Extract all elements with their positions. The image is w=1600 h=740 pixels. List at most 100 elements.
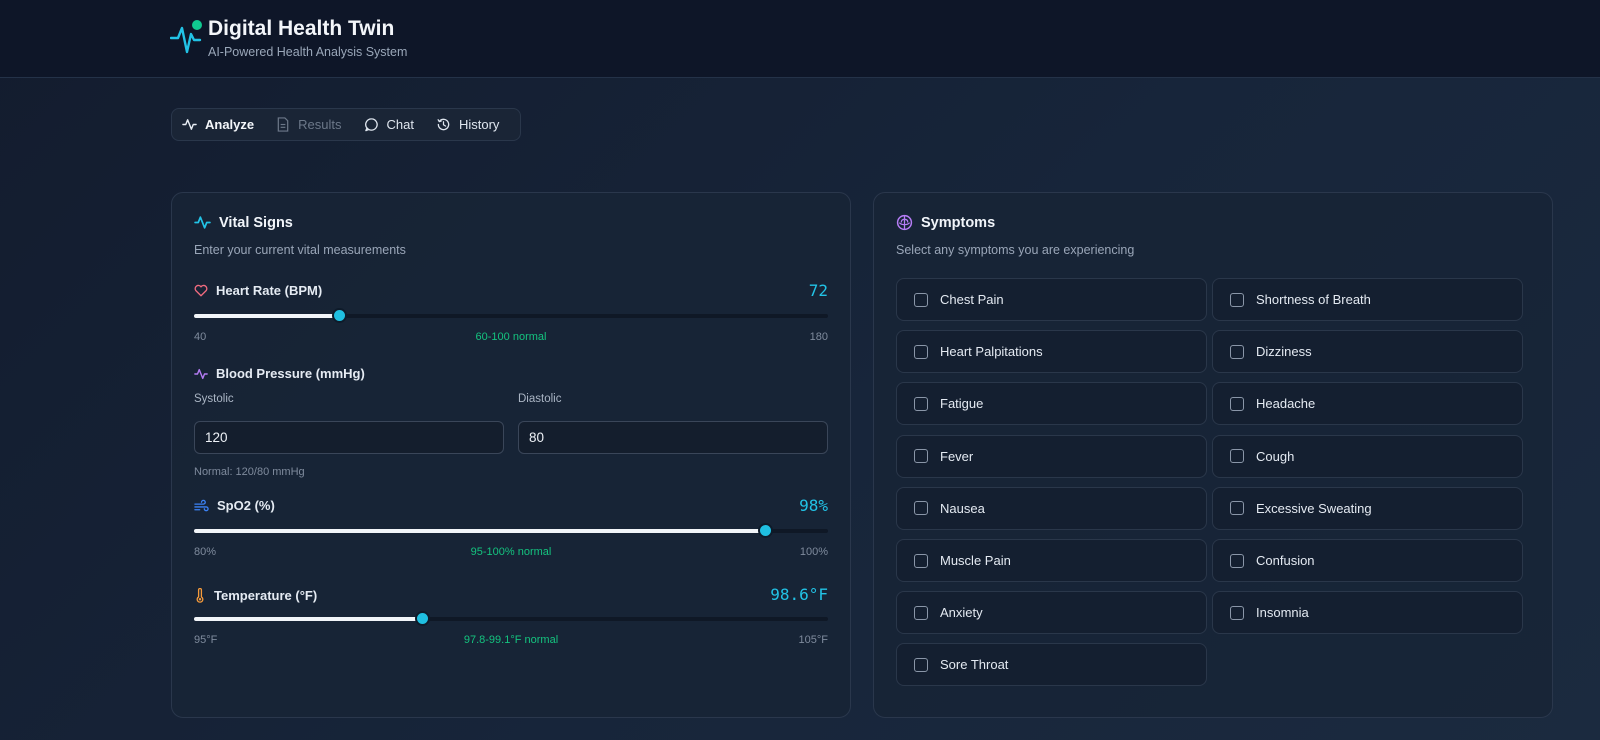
app-title: Digital Health Twin (208, 17, 395, 40)
symptom-label: Insomnia (1256, 605, 1309, 621)
symptom-item[interactable]: Excessive Sweating (1212, 486, 1523, 530)
tab-label: Analyze (205, 117, 255, 132)
symptom-checkbox[interactable] (914, 344, 928, 359)
thermometer-icon (196, 588, 204, 603)
card-title: Vital Signs (194, 214, 293, 231)
symptom-label: Sore Throat (940, 657, 1009, 673)
symptom-item[interactable]: Headache (1212, 382, 1523, 426)
brain-icon (896, 214, 913, 231)
symptoms-card: Symptoms Select any symptoms you are exp… (873, 192, 1553, 718)
systolic-input[interactable] (194, 421, 504, 454)
symptom-label: Heart Palpitations (940, 344, 1043, 360)
symptom-item[interactable]: Heart Palpitations (896, 330, 1207, 374)
blood-pressure-note: Normal: 120/80 mmHg (194, 466, 305, 478)
symptom-item[interactable]: Sore Throat (896, 643, 1207, 687)
heart-rate-value: 72 (808, 281, 828, 300)
slider-thumb[interactable] (757, 523, 773, 538)
symptom-checkbox[interactable] (914, 396, 928, 411)
tab-history[interactable]: History (432, 113, 503, 137)
symptom-item[interactable]: Anxiety (896, 591, 1207, 635)
symptom-checkbox[interactable] (1230, 396, 1244, 411)
symptom-checkbox[interactable] (914, 605, 928, 620)
symptom-checkbox[interactable] (1230, 292, 1244, 307)
card-title: Symptoms (896, 214, 995, 231)
symptom-item[interactable]: Nausea (896, 486, 1207, 530)
symptom-label: Cough (1256, 448, 1295, 464)
status-dot (192, 20, 202, 30)
slider-fill (194, 314, 339, 318)
tab-label: Chat (386, 117, 414, 132)
normal-range-text: 97.8-99.1°F normal (463, 634, 559, 646)
symptom-label: Shortness of Breath (1256, 292, 1371, 307)
diastolic-input[interactable] (518, 421, 828, 454)
heart-rate-slider[interactable] (194, 308, 828, 323)
heart-rate-label: Heart Rate (BPM) (194, 283, 322, 298)
symptom-item[interactable]: Confusion (1212, 539, 1523, 582)
symptom-item[interactable]: Chest Pain (896, 278, 1207, 321)
heart-icon (194, 284, 208, 297)
systolic-label: Systolic (194, 393, 234, 405)
normal-range-text: 95-100% normal (470, 546, 552, 558)
symptom-item[interactable]: Insomnia (1212, 591, 1523, 635)
tab-analyze[interactable]: Analyze (178, 113, 258, 137)
spo2-slider[interactable] (194, 523, 828, 538)
symptom-checkbox[interactable] (1230, 344, 1244, 359)
symptom-label: Fever (940, 448, 974, 464)
symptom-checkbox[interactable] (1230, 501, 1244, 516)
symptom-label: Excessive Sweating (1256, 500, 1372, 516)
symptom-checkbox[interactable] (914, 501, 928, 516)
wind-icon (194, 499, 209, 511)
brand: Digital Health Twin AI-Powered Health An… (169, 16, 408, 59)
symptom-label: Dizziness (1256, 344, 1312, 360)
symptom-checkbox[interactable] (914, 553, 928, 568)
symptom-item[interactable]: Fever (896, 434, 1207, 478)
symptom-label: Confusion (1256, 553, 1315, 568)
slider-fill (194, 529, 765, 533)
temperature-slider[interactable] (194, 611, 828, 626)
symptom-item[interactable]: Shortness of Breath (1212, 278, 1523, 321)
symptom-label: Fatigue (940, 396, 984, 412)
symptom-item[interactable]: Muscle Pain (896, 539, 1207, 582)
symptom-checkbox[interactable] (914, 657, 928, 672)
history-icon (437, 118, 450, 131)
symptom-checkbox[interactable] (1230, 449, 1244, 464)
normal-range-text: 60-100 normal (475, 331, 547, 343)
pulse-icon (194, 368, 208, 379)
app-header: Digital Health Twin AI-Powered Health An… (0, 0, 1600, 78)
symptom-label: Muscle Pain (940, 553, 1011, 568)
blood-pressure-label: Blood Pressure (mmHg) (194, 366, 365, 381)
diastolic-label: Diastolic (518, 393, 562, 405)
symptom-item[interactable]: Fatigue (896, 382, 1207, 426)
card-subtitle: Select any symptoms you are experiencing (896, 243, 1135, 257)
tab-label: Results (298, 117, 342, 132)
symptom-item[interactable]: Dizziness (1212, 330, 1523, 374)
card-subtitle: Enter your current vital measurements (194, 243, 406, 257)
symptom-item[interactable]: Cough (1212, 434, 1523, 478)
app-subtitle: AI-Powered Health Analysis System (208, 45, 408, 59)
chat-bubble-icon (364, 118, 378, 132)
temperature-value: 98.6°F (770, 585, 828, 604)
document-icon (277, 117, 289, 132)
symptom-checkbox[interactable] (1230, 605, 1244, 620)
pulse-icon (182, 119, 197, 130)
spo2-value: 98% (799, 496, 828, 515)
symptom-checkbox[interactable] (914, 449, 928, 464)
symptom-label: Chest Pain (940, 292, 1004, 307)
symptom-label: Headache (1256, 396, 1316, 412)
symptom-label: Nausea (940, 500, 985, 516)
temperature-label: Temperature (°F) (194, 588, 317, 603)
spo2-label: SpO2 (%) (194, 498, 275, 513)
symptom-label: Anxiety (940, 605, 983, 621)
heartbeat-logo-icon (169, 16, 204, 56)
symptom-checkbox[interactable] (914, 292, 928, 307)
slider-thumb[interactable] (415, 611, 431, 626)
pulse-icon (194, 216, 211, 229)
slider-thumb[interactable] (331, 308, 347, 323)
symptom-checkbox[interactable] (1230, 553, 1244, 568)
tab-label: History (458, 117, 500, 132)
tab-chat[interactable]: Chat (360, 113, 418, 137)
vital-signs-card: Vital Signs Enter your current vital mea… (171, 192, 851, 718)
tab-results[interactable]: Results (272, 113, 345, 137)
slider-fill (194, 617, 423, 621)
main-tabs: Analyze Results Chat History (171, 108, 521, 141)
